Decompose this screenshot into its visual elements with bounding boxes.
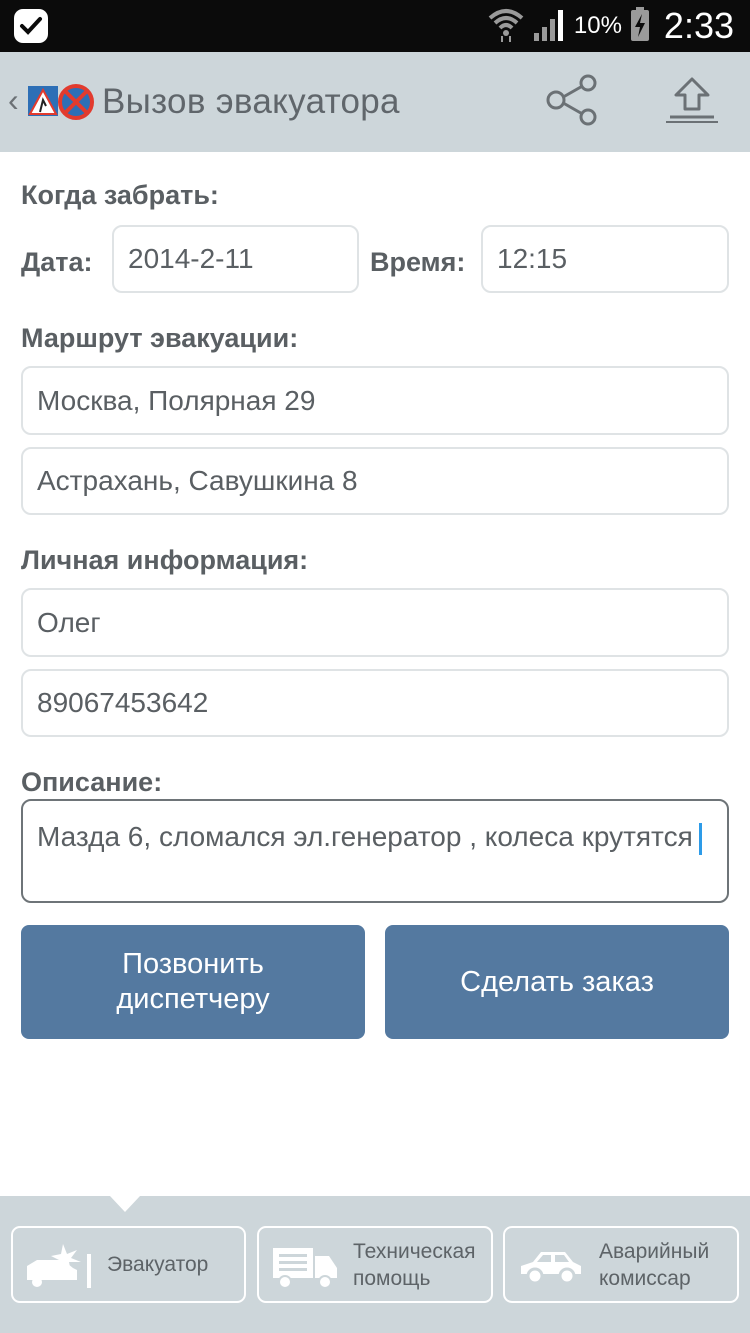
name-value: Олег [37,606,101,638]
battery-charging-icon [630,6,650,46]
route-section-label: Маршрут эвакуации: [21,323,299,353]
time-label: Время: [370,247,466,277]
phone-value: 89067453642 [37,687,209,718]
route-to-field[interactable]: Астрахань, Савушкина 8 [21,447,729,515]
description-section-label: Описание: [21,767,163,797]
tab-emergency-commissioner[interactable]: Аварийный комиссар [503,1226,739,1303]
tab-evacuator-label: Эвакуатор [107,1253,209,1276]
truck-icon [269,1240,341,1290]
notification-app-icon [14,9,48,43]
route-to-value: Астрахань, Савушкина 8 [37,465,358,496]
road-signs-logo-icon[interactable] [28,82,94,122]
place-order-label: Сделать заказ [460,965,654,998]
tab-emergency-commissioner-label: Аварийный комиссар [599,1239,710,1290]
crashed-car-icon [23,1240,95,1290]
time-field[interactable]: 12:15 [481,225,729,293]
upload-button[interactable] [656,72,728,132]
page-title: Вызов эвакуатора [102,82,400,121]
place-order-button[interactable]: Сделать заказ [385,925,729,1039]
call-dispatcher-label: Позвонить диспетчеру [116,948,270,1015]
name-field[interactable]: Олег [21,588,729,657]
tab-technical-help-label: Техническая помощь [353,1239,476,1290]
tab-technical-help[interactable]: Техническая помощь [257,1226,493,1303]
call-dispatcher-button[interactable]: Позвонить диспетчеру [21,925,365,1039]
action-bar: ‹ Вызов эвакуатора [0,52,750,152]
description-field[interactable]: Мазда 6, сломался эл.генератор , колеса … [21,799,729,903]
time-value: 12:15 [497,243,568,274]
battery-percent: 10% [573,12,622,39]
date-label: Дата: [21,247,93,277]
share-icon [544,74,600,131]
date-field[interactable]: 2014-2-11 [112,225,359,293]
phone-field[interactable]: 89067453642 [21,669,729,737]
share-button[interactable] [540,72,604,132]
upload-icon [664,75,720,130]
signal-icon [532,7,566,46]
tab-evacuator[interactable]: Эвакуатор [11,1226,246,1303]
route-from-value: Москва, Полярная 29 [37,384,316,416]
route-from-field[interactable]: Москва, Полярная 29 [21,366,729,435]
pickup-section-label: Когда забрать: [21,180,219,210]
date-value: 2014-2-11 [128,243,254,274]
text-cursor [698,822,702,855]
clock: 2:33 [663,5,734,46]
wifi-icon [488,6,524,47]
car-icon [515,1240,587,1290]
personal-section-label: Личная информация: [21,545,309,575]
description-value: Мазда 6, сломался эл.генератор , колеса … [37,819,702,855]
status-bar: 10% 2:33 [0,0,750,52]
back-chevron-icon[interactable]: ‹ [8,82,19,119]
active-tab-pointer [110,1196,140,1212]
